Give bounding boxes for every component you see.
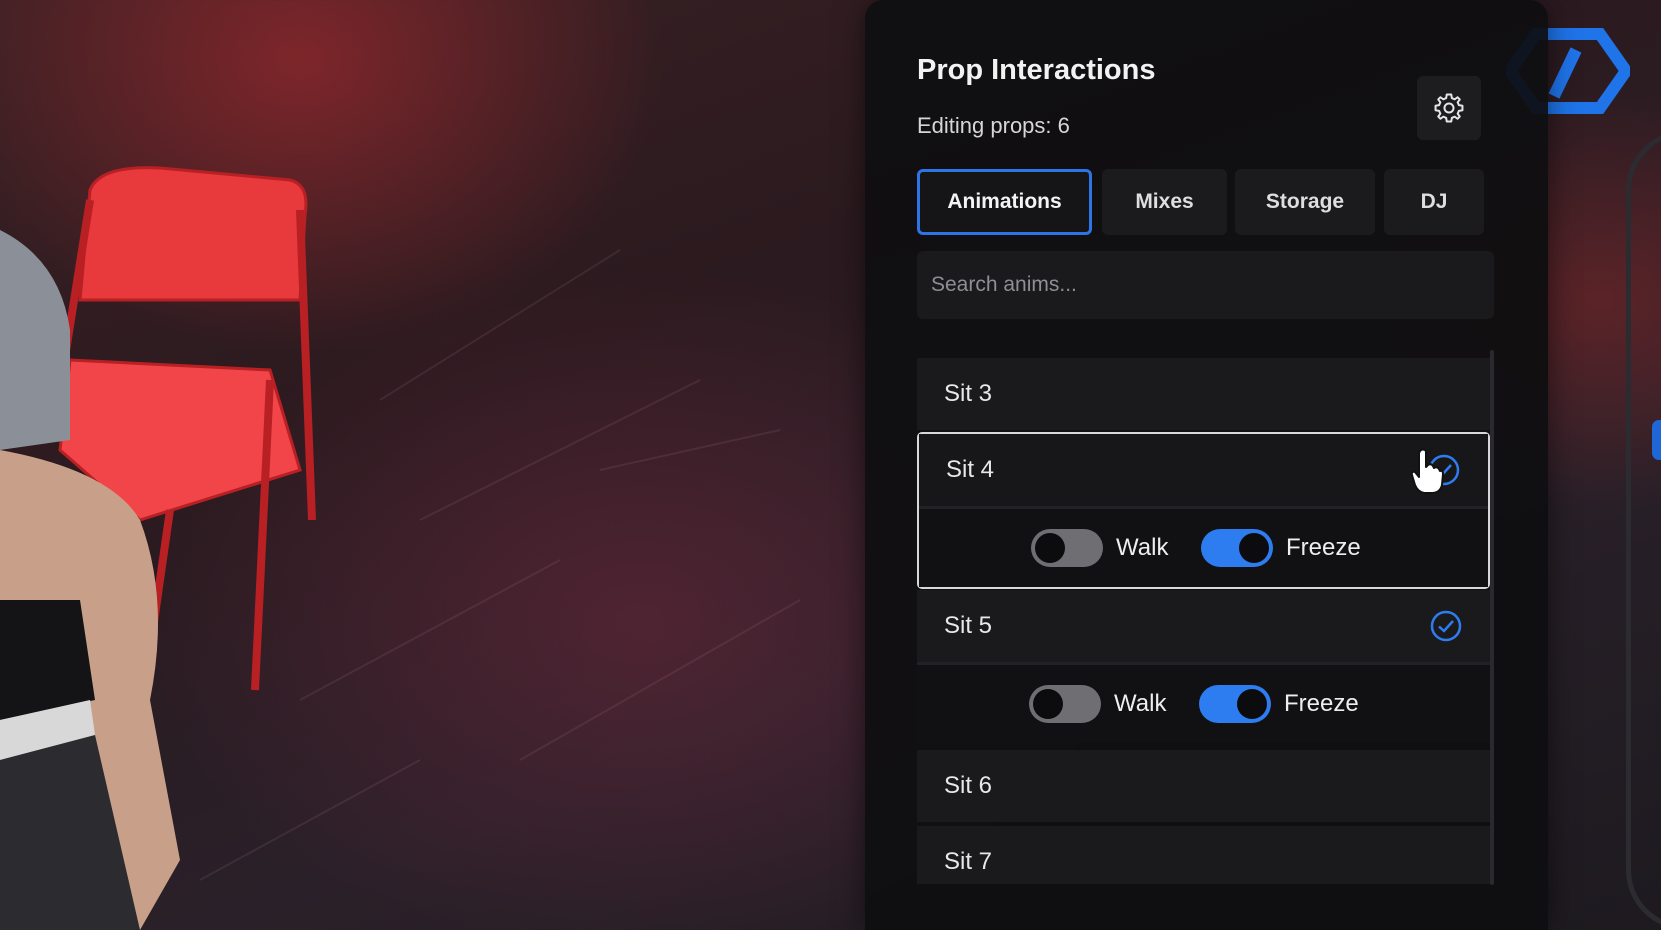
tab-animations[interactable]: Animations — [917, 169, 1092, 235]
character — [0, 230, 180, 930]
list-item-header[interactable]: Sit 5 — [917, 590, 1490, 662]
list-item-label: Sit 5 — [944, 612, 993, 639]
tab-bar: Animations Mixes Storage DJ — [917, 169, 1494, 235]
animation-list: Sit 3 Sit 4 Walk Freeze Sit 5 Walk Freez… — [917, 352, 1494, 884]
walk-toggle[interactable] — [1031, 529, 1103, 567]
check-circle-icon[interactable] — [1428, 608, 1464, 644]
list-item-options: Walk Freeze — [917, 662, 1490, 743]
freeze-toggle[interactable] — [1201, 529, 1273, 567]
tab-dj[interactable]: DJ — [1384, 169, 1484, 235]
toggle-knob — [1035, 533, 1065, 563]
list-item-header[interactable]: Sit 4 — [919, 434, 1488, 506]
walk-toggle[interactable] — [1029, 685, 1101, 723]
right-indicator — [1652, 420, 1661, 460]
list-item-header[interactable]: Sit 6 — [917, 750, 1490, 822]
prop-interactions-panel: Prop Interactions Editing props: 6 Anima… — [865, 0, 1548, 930]
freeze-toggle[interactable] — [1199, 685, 1271, 723]
toggle-knob — [1237, 689, 1267, 719]
list-item-label: Sit 7 — [944, 848, 993, 875]
gear-icon — [1434, 93, 1464, 123]
list-item-header[interactable]: Sit 7 — [917, 826, 1490, 884]
editing-props-count: Editing props: 6 — [917, 113, 1070, 138]
toggle-knob — [1033, 689, 1063, 719]
tab-mixes[interactable]: Mixes — [1102, 169, 1227, 235]
walk-label: Walk — [1116, 534, 1169, 561]
panel-title: Prop Interactions — [917, 54, 1156, 86]
list-item[interactable]: Sit 4 Walk Freeze — [917, 432, 1490, 589]
list-item-label: Sit 3 — [944, 380, 993, 407]
list-item-label: Sit 6 — [944, 772, 993, 799]
search-input[interactable] — [917, 251, 1494, 319]
tab-storage[interactable]: Storage — [1235, 169, 1375, 235]
list-item[interactable]: Sit 6 — [917, 750, 1490, 822]
list-item-label: Sit 4 — [946, 456, 995, 483]
freeze-label: Freeze — [1286, 534, 1361, 561]
freeze-label: Freeze — [1284, 690, 1359, 717]
list-item[interactable]: Sit 3 — [917, 358, 1490, 430]
list-item[interactable]: Sit 5 Walk Freeze — [917, 590, 1490, 743]
walk-label: Walk — [1114, 690, 1167, 717]
settings-button[interactable] — [1417, 76, 1481, 140]
hand-cursor-icon — [1410, 448, 1444, 494]
list-item-header[interactable]: Sit 3 — [917, 358, 1490, 430]
list-item[interactable]: Sit 7 — [917, 826, 1490, 884]
list-item-options: Walk Freeze — [919, 506, 1488, 587]
right-frame-decoration — [1626, 130, 1661, 930]
toggle-knob — [1239, 533, 1269, 563]
